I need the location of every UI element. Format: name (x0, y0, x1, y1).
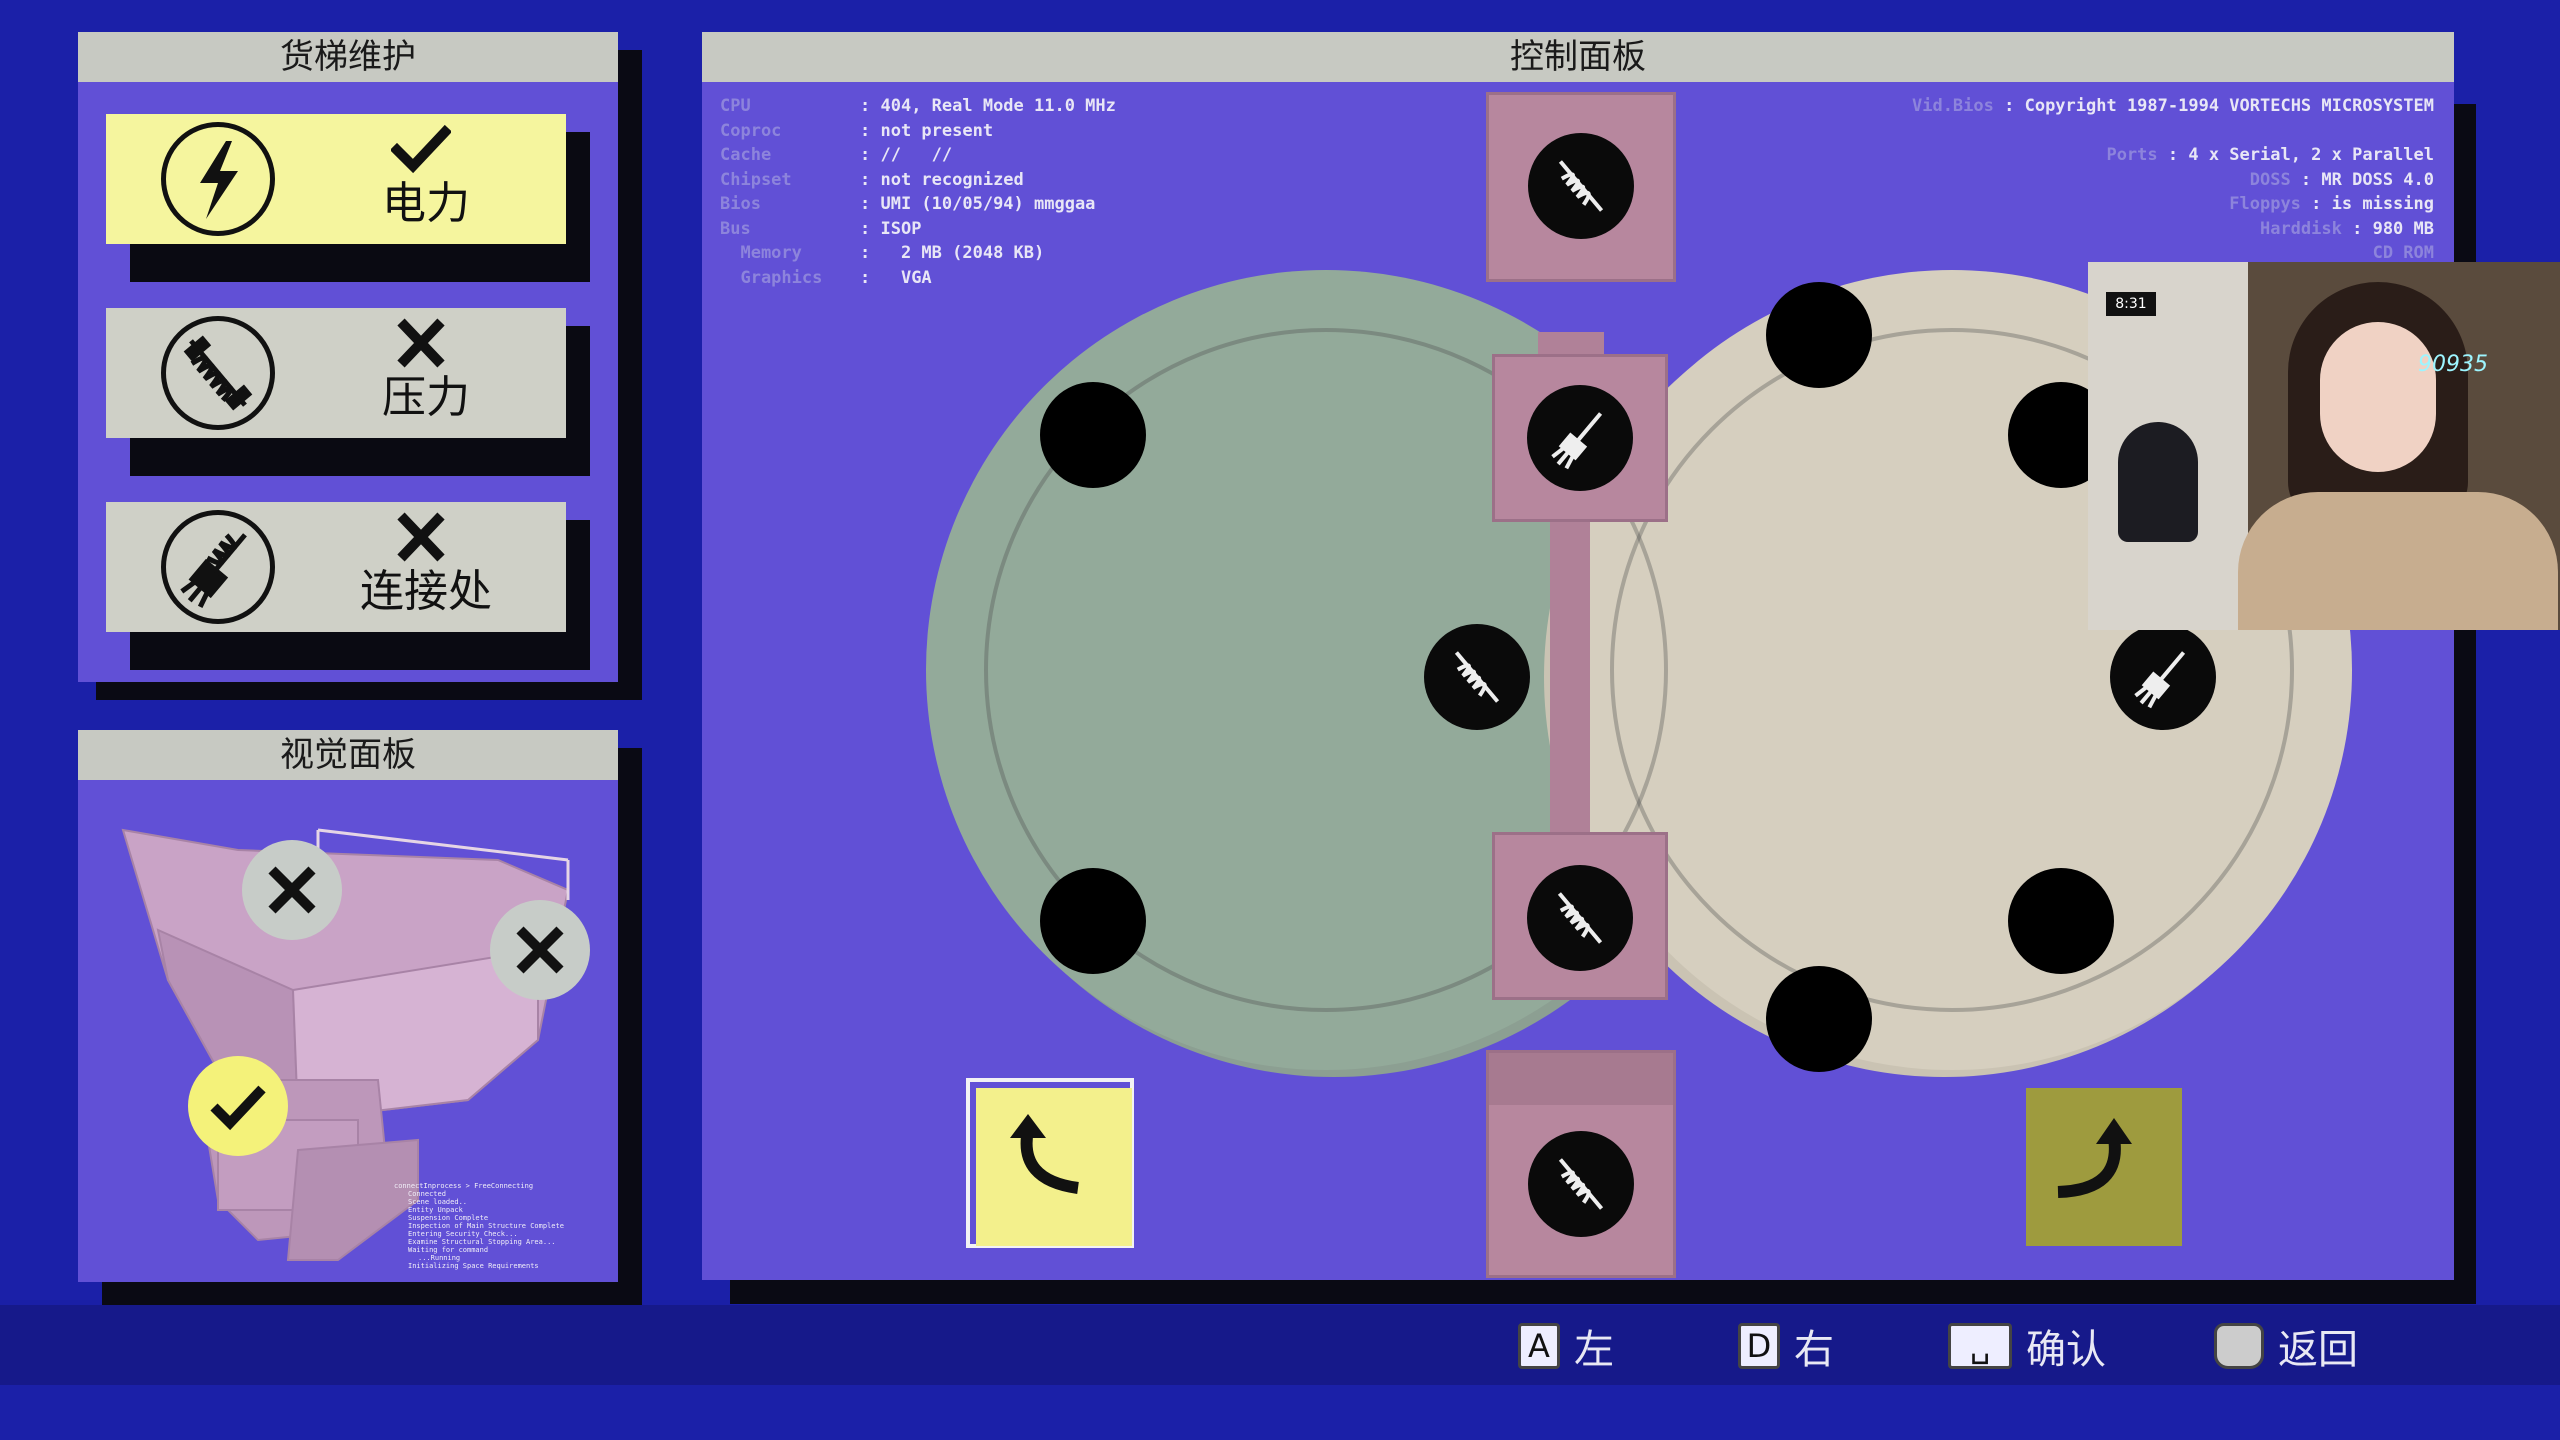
connector-icon (1551, 412, 1603, 470)
lightning-icon (161, 122, 275, 236)
empty-slot (1040, 868, 1146, 974)
svg-text:Scene loaded..: Scene loaded.. (408, 1198, 467, 1206)
spring-icon (161, 316, 275, 430)
streamer-body (2238, 492, 2558, 630)
cross-marker (242, 840, 342, 940)
cross-marker (490, 900, 590, 1000)
system-info-right: Vid.Bios : Copyright 1987-1994 VORTECHS … (1912, 94, 2434, 266)
maintenance-panel-title: 货梯维护 (78, 32, 618, 82)
sysinfo-row: Bios: UMI (10/05/94) mmggaa (720, 194, 1096, 214)
rotate-left-button[interactable] (966, 1078, 1134, 1248)
hint-label: 返回 (2278, 1327, 2358, 1373)
sysinfo-row: Cache: // // (720, 145, 953, 165)
svg-text:Examine Structural Stopping Ar: Examine Structural Stopping Area... (408, 1238, 556, 1246)
connector-icon (161, 510, 275, 624)
check-icon (210, 1085, 266, 1131)
check-marker (188, 1056, 288, 1156)
svg-text:Initializing Space Requirement: Initializing Space Requirements (408, 1262, 539, 1270)
bottom-block (1486, 1050, 1676, 1278)
empty-slot (2008, 868, 2114, 974)
upper-block (1492, 354, 1668, 522)
sysinfo-row: Vid.Bios : Copyright 1987-1994 VORTECHS … (1911, 96, 2434, 116)
svg-text:Connected: Connected (408, 1190, 446, 1198)
system-info-left: CPU: 404, Real Mode 11.0 MHz Coproc: not … (720, 94, 1116, 290)
figurine (2118, 422, 2198, 542)
empty-slot (1766, 966, 1872, 1072)
connector-slot (1527, 385, 1633, 491)
sysinfo-row: Floppys : is missing (2229, 194, 2434, 214)
empty-slot (1040, 382, 1146, 488)
empty-slot (1766, 282, 1872, 388)
sysinfo-row: Ports : 4 x Serial, 2 x Parallel (2106, 145, 2434, 165)
hint-label: 右 (1794, 1327, 1834, 1373)
sysinfo-row: DOSS : MR DOSS 4.0 (2249, 169, 2434, 190)
key-d-icon: D (1738, 1323, 1780, 1369)
cross-icon (397, 318, 445, 368)
spring-icon (1558, 160, 1604, 212)
hint-confirm[interactable]: ␣ 确认 (1948, 1318, 2106, 1374)
webcam-overlay: 8:31 90935 (2088, 262, 2560, 630)
maintenance-item-label: 压力 (382, 372, 470, 423)
sysinfo-row: Bus: ISOP (720, 218, 922, 239)
visual-panel-title: 视觉面板 (78, 730, 618, 780)
rotate-right-icon (2057, 1118, 2132, 1198)
hint-left[interactable]: A 左 (1518, 1318, 1614, 1374)
sysinfo-row: CPU: 404, Real Mode 11.0 MHz (720, 96, 1116, 116)
sysinfo-row: Chipset: not recognized (720, 169, 1024, 190)
cross-icon (397, 512, 445, 562)
maintenance-item-pressure[interactable]: 压力 (106, 308, 566, 438)
central-rod (1550, 522, 1590, 872)
svg-text:Waiting for command: Waiting for command (408, 1246, 488, 1254)
clock-display: 8:31 (2106, 292, 2156, 316)
key-a-icon: A (1518, 1323, 1560, 1369)
rotate-left-icon (1010, 1114, 1079, 1194)
cross-icon (268, 866, 316, 914)
spring-icon (1558, 1158, 1604, 1210)
spring-slot (1528, 1131, 1634, 1237)
svg-text:Inspection of Main Structure C: Inspection of Main Structure Complete (408, 1222, 564, 1230)
rotate-right-button[interactable] (2020, 1082, 2188, 1252)
hint-right[interactable]: D 右 (1738, 1318, 1834, 1374)
visual-panel: 视觉面板 connectInprocess > FreeConnecting C… (78, 730, 618, 1282)
svg-text:Entity Unpack: Entity Unpack (408, 1206, 464, 1214)
hint-bar (0, 1305, 2560, 1385)
maintenance-panel: 货梯维护 电力 压力 连接处 (78, 32, 618, 682)
spring-slot (1424, 624, 1530, 730)
streamer-face (2320, 322, 2436, 472)
spacebar-icon: ␣ (1948, 1323, 2012, 1369)
maintenance-item-label: 连接处 (360, 566, 492, 617)
sysinfo-row: Harddisk : 980 MB (2259, 218, 2434, 239)
maintenance-item-connector[interactable]: 连接处 (106, 502, 566, 632)
overlay-text: 90935 (2418, 352, 2488, 377)
sysinfo-row: Memory: 2 MB (2048 KB) (720, 243, 1045, 263)
sysinfo-row: Coproc: not present (720, 120, 994, 141)
spring-icon (1454, 651, 1500, 703)
svg-text:connectInprocess > FreeConnect: connectInprocess > FreeConnecting (394, 1182, 533, 1190)
mouse-right-icon (2214, 1323, 2264, 1369)
maintenance-item-label: 电力 (382, 178, 470, 229)
hint-label: 确认 (2026, 1327, 2106, 1373)
control-panel: 控制面板 CPU: 404, Real Mode 11.0 MHz Coproc:… (702, 32, 2454, 1280)
hint-label: 左 (1574, 1327, 1614, 1373)
cargo-elevator-model: connectInprocess > FreeConnecting Connec… (121, 828, 570, 1270)
hint-back[interactable]: 返回 (2214, 1318, 2358, 1374)
spring-icon (1557, 892, 1603, 944)
control-panel-title: 控制面板 (702, 32, 2454, 82)
svg-text:Entering Security Check...: Entering Security Check... (408, 1230, 518, 1238)
lower-block (1492, 832, 1668, 1000)
game-screen: 货梯维护 电力 压力 连接处 视觉面板 connectInprocess > F… (0, 0, 2560, 1440)
connector-icon (2134, 651, 2186, 709)
cross-icon (516, 926, 564, 974)
sysinfo-row (1912, 119, 2434, 144)
spring-slot (1528, 133, 1634, 239)
spring-slot (1527, 865, 1633, 971)
maintenance-item-power[interactable]: 电力 (106, 114, 566, 244)
check-icon (391, 124, 451, 174)
svg-text:Suspension Complete: Suspension Complete (408, 1214, 488, 1222)
connector-slot (2110, 624, 2216, 730)
sysinfo-row: Graphics: VGA (720, 267, 932, 288)
top-block (1486, 92, 1676, 282)
svg-text:...Running: ...Running (418, 1254, 460, 1262)
